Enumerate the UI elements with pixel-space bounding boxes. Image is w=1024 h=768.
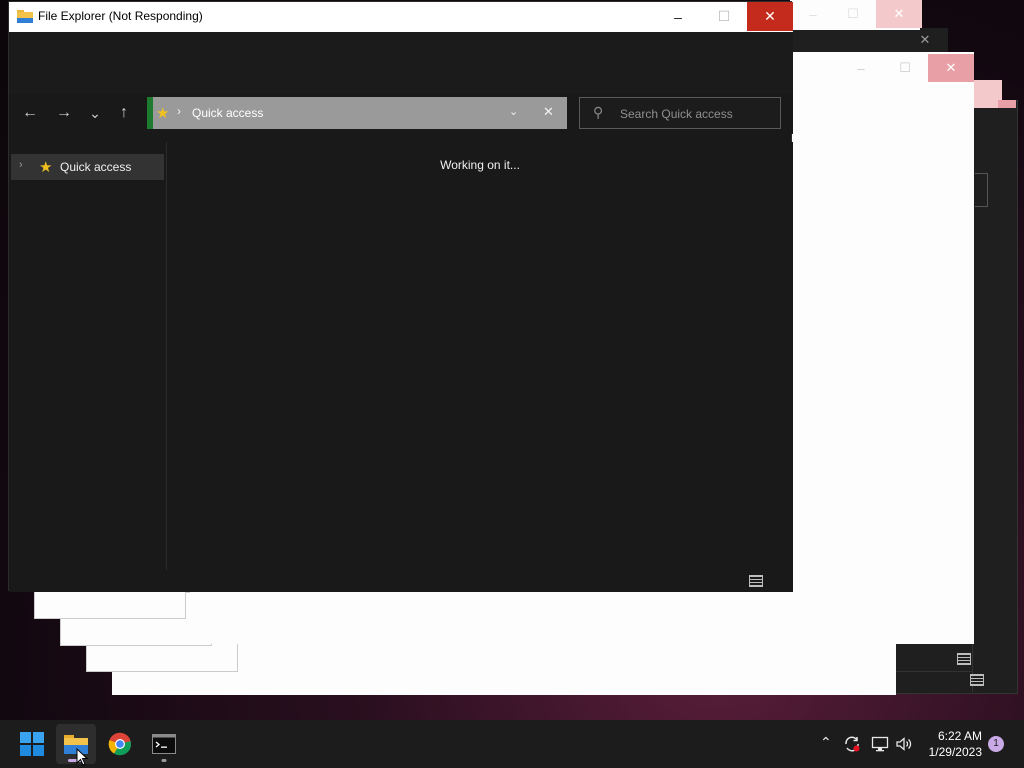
address-clear-icon[interactable]: ✕ (543, 104, 554, 120)
breadcrumb-separator-icon: › (177, 104, 181, 118)
file-explorer-window: File Explorer (Not Responding) – ☐ ✕ ← →… (8, 1, 793, 592)
ghost-window-back-2: – ☐ ✕ (790, 0, 922, 30)
sync-icon[interactable] (843, 735, 861, 753)
clock[interactable]: 6:22 AM 1/29/2023 (920, 728, 982, 760)
taskbar-terminal[interactable] (144, 724, 184, 764)
window-title: File Explorer (Not Responding) (38, 9, 203, 23)
start-button[interactable] (12, 724, 52, 764)
taskbar-chrome[interactable] (100, 724, 140, 764)
volume-icon[interactable] (895, 735, 913, 753)
address-bar[interactable]: ★ › Quick access ⌄ ✕ (147, 97, 567, 129)
view-details-icon[interactable] (749, 575, 763, 587)
star-icon: ★ (156, 105, 170, 122)
arrow-right-icon: → (56, 104, 72, 121)
taskbar-file-explorer[interactable] (56, 724, 96, 766)
close-button[interactable]: ✕ (747, 2, 793, 31)
arrow-left-icon: ← (22, 104, 38, 121)
clock-date: 1/29/2023 (928, 745, 982, 759)
ghost-close-icon: ✕ (928, 54, 974, 82)
maximize-button[interactable]: ☐ (701, 2, 747, 31)
status-bar (9, 570, 793, 592)
ghost-close-icon: ✕ (876, 0, 922, 28)
close-icon: ✕ (764, 8, 776, 24)
ghost-searchbox-outline (975, 173, 988, 207)
navigation-pane: › ★ Quick access (9, 142, 167, 570)
ghost-minimize-icon: – (857, 60, 865, 76)
address-accent (147, 97, 153, 129)
network-icon[interactable] (871, 735, 889, 753)
search-input[interactable] (618, 103, 772, 125)
navigation-bar: ← → ⌄ ↑ ★ › Quick access ⌄ ✕ ⚲ (9, 94, 793, 134)
ghost-maximize-icon: ☐ (899, 60, 911, 75)
folder-icon (17, 10, 33, 23)
nav-item-quick-access[interactable]: › ★ Quick access (11, 154, 164, 180)
minimize-button[interactable]: – (655, 2, 701, 31)
minimize-icon: – (674, 8, 682, 25)
command-bar (9, 32, 793, 94)
content-pane: Working on it... (167, 142, 793, 570)
search-box[interactable]: ⚲ (579, 97, 781, 129)
ghost-window-back-1: ✕ (790, 28, 948, 52)
ghost-window-back-8 (34, 590, 186, 619)
maximize-icon: ☐ (717, 8, 731, 24)
up-button[interactable]: ↑ (111, 100, 137, 126)
ghost-maximize-icon: ☐ (847, 6, 859, 21)
view-details-icon (970, 674, 984, 686)
clock-time: 6:22 AM (937, 729, 982, 743)
ghost-close-icon: ✕ (919, 32, 931, 47)
recent-locations-button[interactable]: ⌄ (82, 100, 108, 126)
arrow-up-icon: ↑ (120, 104, 128, 121)
nav-item-label: Quick access (60, 160, 132, 174)
mouse-cursor-icon (76, 748, 88, 766)
running-indicator (161, 759, 167, 762)
notification-badge[interactable]: 1 (988, 736, 1004, 752)
star-icon: ★ (39, 159, 53, 176)
chrome-icon (108, 732, 132, 756)
expand-chevron-icon[interactable]: › (19, 159, 23, 171)
search-icon: ⚲ (593, 104, 604, 120)
forward-button[interactable]: → (51, 100, 77, 126)
loading-status: Working on it... (440, 158, 520, 172)
terminal-icon (152, 734, 176, 754)
title-bar[interactable]: File Explorer (Not Responding) – ☐ ✕ (9, 2, 793, 32)
breadcrumb-quick-access[interactable]: Quick access (192, 106, 263, 120)
chevron-down-icon: ⌄ (89, 104, 101, 121)
view-details-icon (957, 653, 971, 665)
windows-logo-icon (20, 732, 44, 756)
ghost-view-icon-wrap (970, 674, 986, 688)
address-dropdown-icon[interactable]: ⌄ (509, 105, 518, 118)
show-hidden-icons-chevron-icon[interactable]: ⌃ (820, 734, 832, 751)
back-button[interactable]: ← (17, 100, 43, 126)
taskbar: ⌃ 6:22 AM 1/29/2023 1 (0, 720, 1024, 768)
